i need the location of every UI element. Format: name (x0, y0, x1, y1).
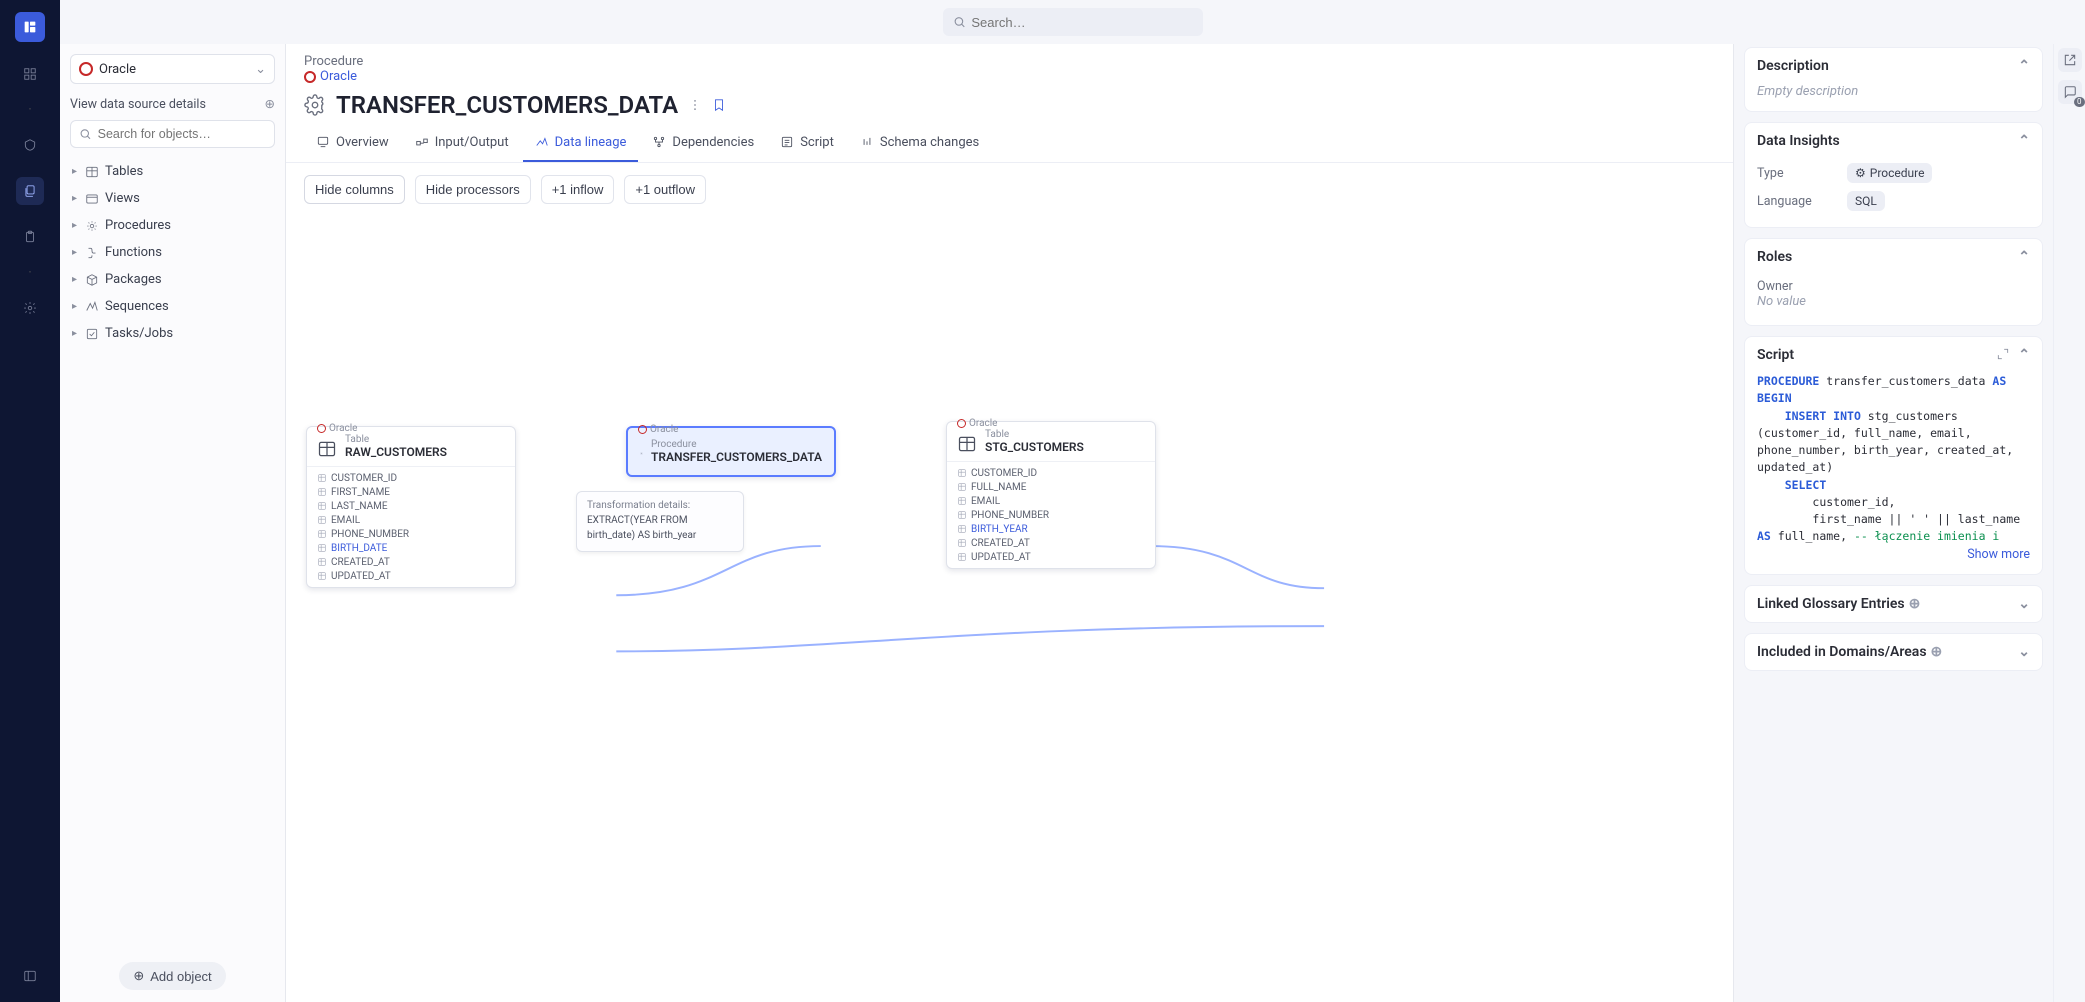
tab-schema-changes[interactable]: Schema changes (848, 129, 991, 162)
column[interactable]: LAST_NAME (307, 499, 515, 513)
lineage-toolbar: Hide columns Hide processors +1 inflow +1 o… (286, 163, 1733, 216)
tab-dependencies[interactable]: Dependencies (640, 129, 766, 162)
bookmark-icon[interactable] (712, 98, 726, 112)
script-body: PROCEDURE transfer_customers_data AS BEG… (1757, 373, 2030, 543)
rail-settings-icon[interactable] (16, 294, 44, 322)
column[interactable]: PHONE_NUMBER (307, 527, 515, 541)
column[interactable]: CREATED_AT (947, 536, 1155, 550)
lineage-node-source: Oracle Table RAW_CUSTOMERS CUSTOMER_IDFI… (306, 426, 516, 589)
transformation-tooltip: Transformation details: EXTRACT(YEAR FRO… (576, 491, 744, 552)
lineage-node-proc: Oracle Procedure TRANSFER_CUSTOMERS_DATA (626, 426, 836, 478)
gear-icon: ⚙ (1855, 166, 1866, 180)
tab-data-lineage[interactable]: Data lineage (523, 129, 639, 162)
toolbar--1-outflow[interactable]: +1 outflow (624, 175, 706, 204)
breadcrumb-db-link[interactable]: Oracle (304, 69, 357, 84)
top-bar (60, 0, 2085, 44)
popout-icon[interactable] (2058, 48, 2082, 72)
panel-glossary: Linked Glossary Entries ⊕⌄ (1744, 585, 2043, 623)
comments-icon[interactable]: 0 (2058, 80, 2082, 104)
panel-insights: Data Insights⌃ Type ⚙Procedure Language … (1744, 122, 2043, 228)
global-search (943, 8, 1203, 36)
panel-script: Script ⌃ PROCEDURE transfer_customers_da… (1744, 336, 2043, 575)
column[interactable]: FIRST_NAME (307, 485, 515, 499)
toolbar-hide-columns[interactable]: Hide columns (304, 175, 405, 204)
search-icon (953, 15, 966, 29)
column[interactable]: EMAIL (947, 494, 1155, 508)
tree-tables[interactable]: ▸Tables (60, 158, 285, 185)
tab-script[interactable]: Script (768, 129, 846, 162)
rail-assets-icon[interactable] (16, 177, 44, 205)
tree-sequences[interactable]: ▸Sequences (60, 293, 285, 320)
tab-input-output[interactable]: Input/Output (403, 129, 521, 162)
toolbar--1-inflow[interactable]: +1 inflow (541, 175, 615, 204)
column[interactable]: BIRTH_DATE (307, 541, 515, 555)
gear-icon (304, 94, 326, 116)
rail-security-icon[interactable] (16, 131, 44, 159)
rail-expand-icon[interactable] (16, 962, 44, 990)
breadcrumb: Procedure Oracle (286, 44, 1733, 87)
chevron-down-icon: ⌄ (255, 62, 266, 77)
more-icon[interactable] (688, 98, 702, 112)
app-logo (15, 12, 45, 42)
app-rail: • • (0, 0, 60, 1002)
add-object-button[interactable]: ⊕ Add object (119, 962, 225, 990)
object-sidebar: Oracle ⌄ View data source details ⊕ ▸Tab… (60, 0, 286, 1002)
gear-icon (640, 444, 643, 464)
show-more-link[interactable]: Show more (1967, 547, 2030, 562)
column[interactable]: UPDATED_AT (947, 550, 1155, 564)
column[interactable]: PHONE_NUMBER (947, 508, 1155, 522)
lang-badge: SQL (1847, 191, 1885, 211)
plus-icon: ⊕ (133, 968, 144, 984)
object-tree: ▸Tables▸Views▸Procedures▸Functions▸Packa… (60, 158, 285, 347)
column[interactable]: BIRTH_YEAR (947, 522, 1155, 536)
circle-plus-icon: ⊕ (265, 96, 275, 112)
tree-views[interactable]: ▸Views (60, 185, 285, 212)
rail-clipboard-icon[interactable] (16, 223, 44, 251)
panel-description: Description⌃ Empty description (1744, 47, 2043, 112)
view-datasource-details[interactable]: View data source details ⊕ (70, 96, 275, 112)
page-title: TRANSFER_CUSTOMERS_DATA (336, 91, 678, 119)
object-search (70, 120, 275, 148)
type-badge: ⚙Procedure (1847, 163, 1932, 183)
tree-procedures[interactable]: ▸Procedures (60, 212, 285, 239)
detail-tabs: OverviewInput/OutputData lineageDependen… (286, 129, 1733, 163)
tree-functions[interactable]: ▸Functions (60, 239, 285, 266)
oracle-icon (79, 62, 93, 76)
column[interactable]: UPDATED_AT (307, 569, 515, 583)
column[interactable]: CUSTOMER_ID (307, 471, 515, 485)
column[interactable]: EMAIL (307, 513, 515, 527)
table-icon (317, 439, 337, 459)
lineage-canvas: Oracle Table RAW_CUSTOMERS CUSTOMER_IDFI… (286, 216, 1733, 1002)
expand-icon[interactable] (1996, 347, 2010, 361)
column[interactable]: CREATED_AT (307, 555, 515, 569)
tree-tasksjobs[interactable]: ▸Tasks/Jobs (60, 320, 285, 347)
panel-roles: Roles⌃ Owner No value (1744, 238, 2043, 326)
details-dock: TRANSFER_CUSTOMERS_DATA → Description⌃ E… (1733, 0, 2053, 1002)
tab-overview[interactable]: Overview (304, 129, 401, 162)
column[interactable]: FULL_NAME (947, 480, 1155, 494)
main-panel: Procedure Oracle TRANSFER_CUSTOMERS_DATA… (286, 0, 1733, 1002)
mini-rail: 0 (2053, 0, 2085, 1002)
datasource-select[interactable]: Oracle ⌄ (70, 54, 275, 84)
global-search-input[interactable] (971, 15, 1192, 30)
lineage-node-target: Oracle Table STG_CUSTOMERS CUSTOMER_IDFU… (946, 421, 1156, 570)
oracle-icon (304, 71, 316, 83)
column[interactable]: CUSTOMER_ID (947, 466, 1155, 480)
object-search-input[interactable] (98, 127, 266, 141)
search-icon (79, 127, 92, 141)
toolbar-hide-processors[interactable]: Hide processors (415, 175, 531, 204)
panel-domains: Included in Domains/Areas ⊕⌄ (1744, 633, 2043, 671)
rail-dashboard-icon[interactable] (16, 60, 44, 88)
table-icon (957, 434, 977, 454)
datasource-name: Oracle (99, 62, 136, 77)
tree-packages[interactable]: ▸Packages (60, 266, 285, 293)
